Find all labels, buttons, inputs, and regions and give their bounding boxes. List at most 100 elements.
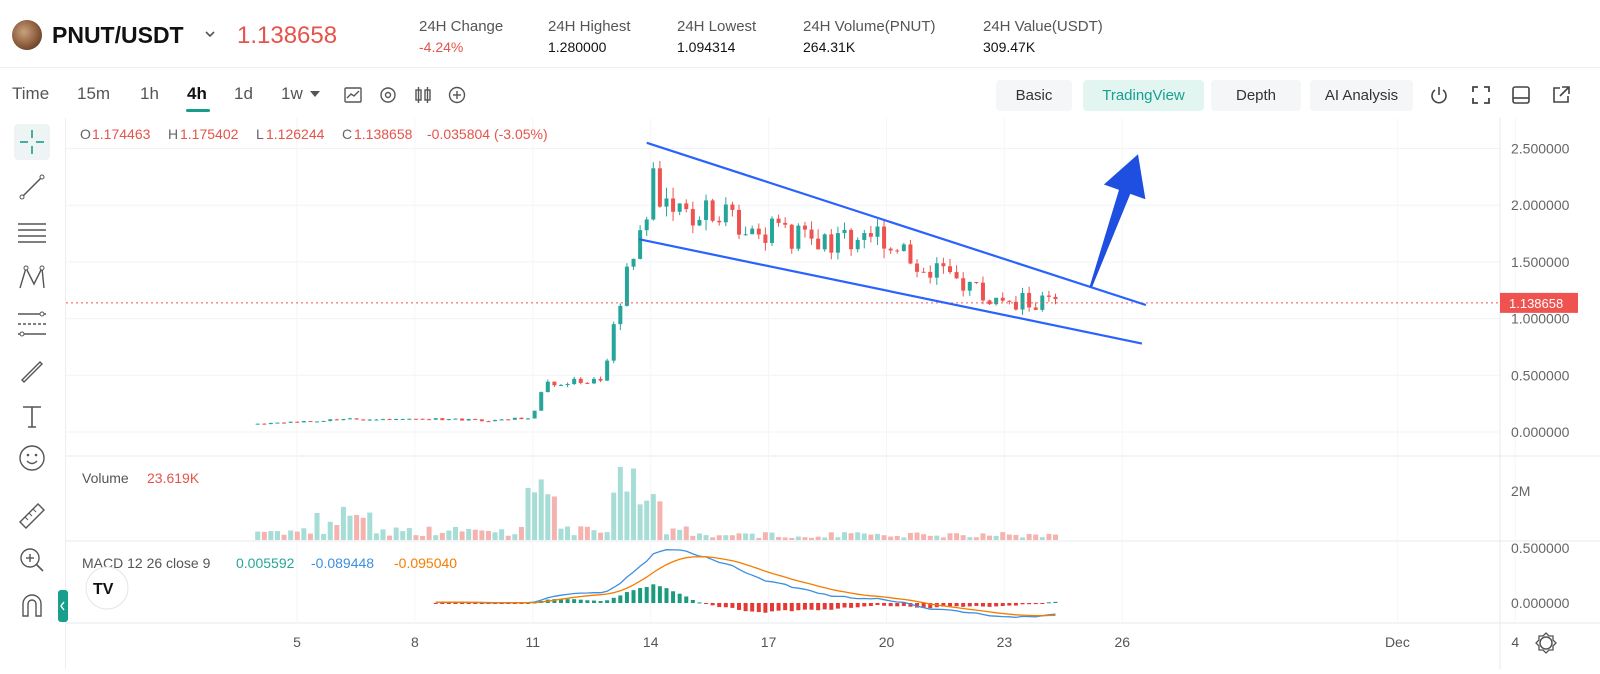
stat-value: -4.24% <box>419 39 464 55</box>
macd-histogram-bar <box>657 586 662 603</box>
candle-body <box>1053 296 1058 300</box>
candle-body <box>954 272 959 279</box>
stat-24h-change: 24H Change -4.24% <box>419 18 503 55</box>
chart-type-icon[interactable] <box>342 84 364 106</box>
add-icon[interactable] <box>446 84 468 106</box>
volume-bar <box>663 534 669 540</box>
price-tick-label: 0.500000 <box>1511 367 1570 383</box>
macd-histogram-bar <box>809 603 814 610</box>
pattern-icon[interactable] <box>14 260 50 296</box>
candle-body <box>328 419 333 421</box>
timeframe-1h[interactable]: 1h <box>140 84 159 104</box>
candle-body <box>1027 292 1032 308</box>
time-label[interactable]: Time <box>12 84 49 104</box>
trend-line[interactable] <box>638 238 1143 345</box>
macd-histogram-bar <box>882 603 887 606</box>
chart-toolbar: Time 15m 1h 4h 1d 1w Basic TradingView Depth AI… <box>0 72 1600 118</box>
candle-body <box>664 198 669 207</box>
candles-icon[interactable] <box>412 84 434 106</box>
time-tick-label: Dec <box>1385 634 1410 650</box>
candle-body <box>921 271 926 273</box>
candle-body <box>723 204 728 223</box>
trading-pair-title[interactable]: PNUT/USDT <box>52 22 184 49</box>
breakout-arrow[interactable] <box>1089 154 1146 288</box>
tab-ai-analysis[interactable]: AI Analysis <box>1310 80 1413 111</box>
tab-depth[interactable]: Depth <box>1211 80 1301 111</box>
timeframe-15m[interactable]: 15m <box>77 84 110 104</box>
fib-levels-icon[interactable] <box>14 306 50 342</box>
candle-body <box>750 228 755 235</box>
macd-histogram-bar <box>743 603 748 612</box>
macd-histogram-bar <box>980 603 985 607</box>
fullscreen-icon[interactable] <box>1470 84 1492 106</box>
candle-body <box>730 204 735 210</box>
magnet-icon[interactable] <box>14 588 50 624</box>
chevron-down-icon[interactable] <box>308 87 330 109</box>
gear-icon[interactable] <box>1535 632 1557 654</box>
volume-bar <box>340 506 346 540</box>
macd-histogram-bar <box>974 603 979 606</box>
volume-bar <box>934 535 940 540</box>
volume-bar <box>1052 534 1058 540</box>
tradingview-logo-icon[interactable]: TV <box>85 566 129 610</box>
macd-histogram-bar <box>835 603 840 609</box>
candle-body <box>671 198 676 212</box>
brush-icon[interactable] <box>14 352 50 388</box>
zoom-in-icon[interactable] <box>14 542 50 578</box>
timeframe-1d[interactable]: 1d <box>234 84 253 104</box>
volume-bar <box>301 528 307 540</box>
candle-body <box>690 209 695 226</box>
volume-bar <box>993 535 999 540</box>
volume-bar <box>420 535 426 540</box>
candle-body <box>743 234 748 236</box>
ohlc-close-label: C <box>342 126 352 142</box>
tab-basic[interactable]: Basic <box>996 80 1072 111</box>
volume-bar <box>538 479 544 540</box>
candle-body <box>374 419 379 421</box>
trend-line[interactable] <box>646 141 1147 307</box>
candle-body <box>638 230 643 259</box>
macd-histogram-bar <box>605 600 610 603</box>
crosshair-icon[interactable] <box>14 124 50 160</box>
macd-histogram-bar <box>769 603 774 612</box>
volume-bar <box>354 514 360 540</box>
stat-value: 1.280000 <box>548 39 607 55</box>
timeframe-4h[interactable]: 4h <box>187 84 207 104</box>
current-price-label: 1.138658 <box>1509 296 1563 311</box>
volume-bar <box>373 533 379 540</box>
volume-bar <box>446 530 452 540</box>
macd-histogram-bar <box>783 603 788 611</box>
macd-histogram-bar <box>717 603 722 608</box>
tab-tradingview[interactable]: TradingView <box>1083 80 1204 111</box>
share-icon[interactable] <box>1550 84 1572 106</box>
volume-bar <box>255 531 261 540</box>
candle-body <box>901 244 906 252</box>
price-chart[interactable]: 1.138658 2.500000 2.000000 1.500000 1.00000… <box>66 118 1600 669</box>
ruler-icon[interactable] <box>14 498 50 534</box>
volume-bar <box>413 535 419 540</box>
chart-area[interactable]: 1.138658 2.500000 2.000000 1.500000 1.00000… <box>66 118 1600 669</box>
trend-line-icon[interactable] <box>14 169 50 205</box>
macd-histogram-bar <box>829 603 834 610</box>
stat-label: 24H Value(USDT) <box>983 18 1103 35</box>
candle-body <box>835 233 840 253</box>
power-icon[interactable] <box>1428 84 1450 106</box>
text-icon[interactable] <box>14 398 50 434</box>
indicators-icon[interactable] <box>377 84 399 106</box>
layout-icon[interactable] <box>1510 84 1532 106</box>
candle-body <box>908 244 913 264</box>
volume-bar <box>749 533 755 540</box>
candle-body <box>1046 295 1051 297</box>
macd-histogram-bar <box>572 599 577 603</box>
horizontal-lines-icon[interactable] <box>14 215 50 251</box>
volume-bar <box>1039 537 1045 540</box>
timeframe-1w[interactable]: 1w <box>281 84 303 104</box>
candle-body <box>367 419 372 421</box>
chevron-down-icon[interactable] <box>203 27 217 44</box>
candle-body <box>1020 292 1025 310</box>
ohlc-open-value: 1.174463 <box>92 126 151 142</box>
macd-histogram-bar <box>585 600 590 603</box>
emoji-icon[interactable] <box>14 440 50 476</box>
volume-bar <box>545 494 551 540</box>
candle-body <box>855 239 860 250</box>
